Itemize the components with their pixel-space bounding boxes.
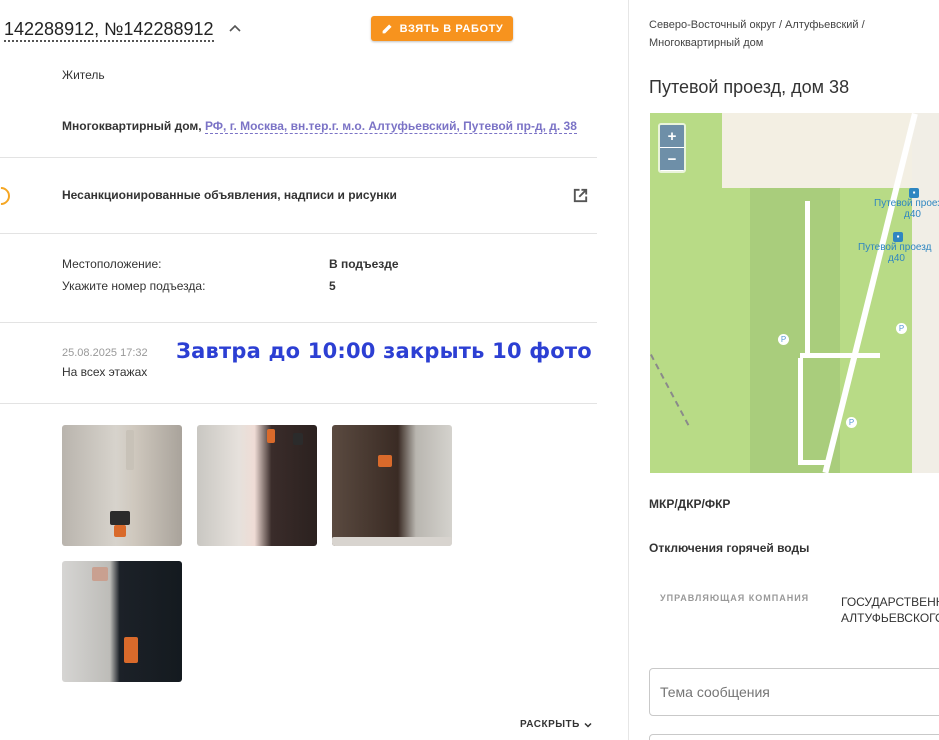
take-to-work-label: ВЗЯТЬ В РАБОТУ bbox=[399, 22, 504, 35]
ticket-title[interactable]: 142288912, №142288912 bbox=[4, 18, 214, 42]
bus-stop-label: ▪ Путевой проезд д40 bbox=[874, 188, 939, 220]
mkr-label: МКР/ДКР/ФКР bbox=[649, 497, 731, 511]
expand-label: РАСКРЫТЬ bbox=[520, 719, 580, 730]
object-row: Многоквартирный дом, РФ, г. Москва, вн.т… bbox=[62, 119, 577, 134]
entrance-value: 5 bbox=[329, 279, 336, 293]
object-address-link[interactable]: РФ, г. Москва, вн.тер.г. м.о. Алтуфьевск… bbox=[204, 119, 577, 134]
photo-thumbnail[interactable] bbox=[62, 425, 182, 546]
chevron-down-icon bbox=[584, 722, 592, 728]
chevron-up-icon[interactable] bbox=[227, 21, 243, 37]
photo-thumbnail[interactable] bbox=[332, 425, 452, 546]
status-indicator bbox=[0, 183, 14, 209]
take-to-work-button[interactable]: ВЗЯТЬ В РАБОТУ bbox=[371, 16, 513, 41]
message-topic-input[interactable] bbox=[649, 668, 939, 716]
breadcrumb: Северо-Восточный округ / Алтуфьевский / … bbox=[649, 19, 865, 49]
category: Несанкционированные объявления, надписи … bbox=[62, 188, 397, 202]
open-external-icon[interactable] bbox=[571, 186, 590, 205]
address-title: Путевой проезд, дом 38 bbox=[649, 77, 850, 97]
object-type: Многоквартирный дом, bbox=[62, 119, 202, 133]
hot-water-label: Отключения горячей воды bbox=[649, 541, 810, 555]
ticket-panel: 142288912, №142288912 ВЗЯТЬ В РАБОТУ Жит… bbox=[0, 0, 629, 740]
divider bbox=[0, 403, 597, 404]
comment-text: На всех этажах bbox=[62, 365, 148, 379]
divider bbox=[0, 322, 597, 323]
map[interactable]: + − ▪ Путевой проезд д40 ▪ Путевой проез… bbox=[650, 113, 939, 473]
comment-date: 25.08.2025 17:32 bbox=[62, 347, 148, 359]
location-label: Местоположение: bbox=[62, 257, 162, 271]
parking-icon: P bbox=[846, 417, 857, 428]
author-type: Житель bbox=[62, 68, 105, 82]
bus-stop-label: ▪ Путевой проезд д40 bbox=[858, 232, 932, 264]
expand-button[interactable]: РАСКРЫТЬ bbox=[520, 719, 593, 730]
bus-stop-icon: ▪ bbox=[893, 232, 903, 242]
bus-stop-icon: ▪ bbox=[909, 188, 919, 198]
divider bbox=[0, 157, 597, 158]
entrance-label: Укажите номер подъезда: bbox=[62, 279, 206, 293]
message-body-input[interactable] bbox=[649, 734, 939, 740]
divider bbox=[0, 233, 597, 234]
zoom-out-button[interactable]: − bbox=[660, 148, 684, 171]
management-company-label: УПРАВЛЯЮЩАЯ КОМПАНИЯ bbox=[660, 593, 810, 603]
location-value: В подъезде bbox=[329, 257, 399, 271]
parking-icon: P bbox=[896, 323, 907, 334]
handwritten-note: Завтра до 10:00 закрыть 10 фото bbox=[176, 339, 592, 363]
photo-thumbnail[interactable] bbox=[62, 561, 182, 682]
zoom-in-button[interactable]: + bbox=[660, 125, 684, 148]
management-company-value: ГОСУДАРСТВЕННОЕ АЛТУФЬЕВСКОГО bbox=[841, 595, 939, 625]
zoom-control[interactable]: + − bbox=[658, 123, 686, 173]
photo-thumbnail[interactable] bbox=[197, 425, 317, 546]
parking-icon: P bbox=[778, 334, 789, 345]
pencil-icon bbox=[382, 24, 392, 34]
side-panel: Северо-Восточный округ / Алтуфьевский / … bbox=[629, 0, 939, 740]
